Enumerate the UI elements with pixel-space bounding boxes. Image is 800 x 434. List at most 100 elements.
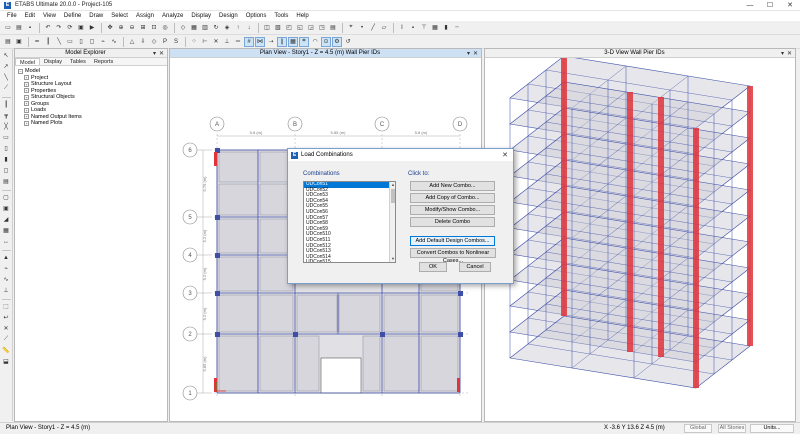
snap-arc-icon[interactable]: ◠ [310, 37, 320, 47]
convert-combos-nonlinear-button[interactable]: Convert Combos to Nonlinear Cases... [410, 248, 496, 264]
draw-dimension-icon[interactable]: ↔ [1, 237, 11, 246]
menu-define[interactable]: Define [60, 11, 85, 21]
move-up-icon[interactable]: ↑ [233, 23, 243, 33]
display-icon[interactable]: ▣ [14, 37, 24, 47]
expand-icon[interactable]: + [24, 101, 29, 107]
collapse-icon[interactable]: − [18, 68, 23, 74]
set-display-options-icon[interactable]: ▧ [273, 23, 283, 33]
lock-icon[interactable]: ▣ [76, 23, 86, 33]
view-3d-icon[interactable]: ◇ [178, 23, 188, 33]
tree-node-named-plots[interactable]: + Named Plots [18, 120, 164, 127]
draw-null-icon[interactable]: ▣ [1, 204, 11, 213]
wall-icon[interactable]: ▮ [441, 23, 451, 33]
menu-file[interactable]: File [3, 11, 21, 21]
line-style-icon[interactable]: ╌ [452, 23, 462, 33]
move-down-icon[interactable]: ↓ [244, 23, 254, 33]
expand-icon[interactable]: + [24, 120, 29, 126]
draw-ramp-icon[interactable]: ◢ [1, 215, 11, 224]
add-default-design-combos-button[interactable]: Add Default Design Combos... [410, 236, 495, 246]
add-copy-combo-button[interactable]: Add Copy of Combo... [410, 193, 495, 203]
draw-opening-icon[interactable]: ◻ [87, 37, 97, 47]
menu-help[interactable]: Help [292, 11, 312, 21]
coordinate-system-select[interactable]: Global [684, 424, 712, 433]
snap-perpendicular-icon[interactable]: ⊥ [222, 37, 232, 47]
units-button[interactable]: Units... [750, 424, 794, 433]
modify-show-combo-button[interactable]: Modify/Show Combo... [410, 205, 495, 215]
select-all-icon[interactable]: ⬚ [1, 302, 11, 311]
clear-selection-icon[interactable]: ✕ [1, 324, 11, 333]
snap-points-icon[interactable]: ⁘ [189, 37, 199, 47]
perspective-icon[interactable]: ◈ [222, 23, 232, 33]
tab-tables[interactable]: Tables [66, 58, 90, 65]
draw-link-v-icon[interactable]: ⌁ [1, 264, 11, 273]
elevation-view-icon[interactable]: ▥ [200, 23, 210, 33]
expand-icon[interactable]: + [24, 114, 29, 120]
draw-tendon-v-icon[interactable]: ∿ [1, 275, 11, 284]
menu-analyze[interactable]: Analyze [158, 11, 187, 21]
assign-restraint-icon[interactable]: △ [127, 37, 137, 47]
snap-lines-icon[interactable]: ═ [233, 37, 243, 47]
text-icon[interactable]: I [397, 23, 407, 33]
menu-options[interactable]: Options [242, 11, 271, 21]
tab-reports[interactable]: Reports [90, 58, 117, 65]
cancel-button[interactable]: Cancel [459, 262, 491, 272]
redo-icon[interactable]: ↷ [54, 23, 64, 33]
reshape-icon[interactable]: ↗ [1, 62, 11, 71]
draw-line-icon[interactable]: ╲ [1, 73, 11, 82]
rotate-view-icon[interactable]: ↻ [211, 23, 221, 33]
snap-grid-icon[interactable]: # [244, 36, 254, 47]
assign-diaphragm-icon[interactable]: ◇ [149, 37, 159, 47]
zoom-fit-icon[interactable]: ⊡ [149, 23, 159, 33]
draw-joint-icon[interactable]: • [357, 23, 367, 33]
show-deformed-icon[interactable]: ◲ [306, 23, 316, 33]
minimize-button[interactable]: — [740, 0, 760, 11]
assign-load-icon[interactable]: ⇩ [138, 37, 148, 47]
close-icon[interactable]: ✕ [787, 50, 792, 57]
draw-stairs-icon[interactable]: ▤ [1, 177, 11, 186]
snap-parallel-icon[interactable]: ∥ [277, 36, 287, 47]
snap-options-icon[interactable]: ⚙ [332, 36, 342, 47]
snap-center-icon[interactable]: ⊙ [321, 36, 331, 47]
refresh-icon[interactable]: ⟳ [65, 23, 75, 33]
draw-wall-icon[interactable]: ▯ [76, 37, 86, 47]
rubber-band-icon[interactable]: ⬓ [1, 357, 11, 366]
draw-rect-icon[interactable]: ▯ [1, 144, 11, 153]
draw-slab-icon[interactable]: ▭ [1, 133, 11, 142]
snap-reset-icon[interactable]: ↺ [343, 37, 353, 47]
building-3d-model[interactable] [485, 58, 795, 421]
draw-support-icon[interactable]: ▲ [1, 253, 11, 262]
maximize-button[interactable]: ☐ [760, 0, 780, 11]
select-intersect-icon[interactable]: ⟋ [1, 335, 11, 344]
new-model-icon[interactable]: ▭ [3, 23, 13, 33]
pin-icon[interactable]: ▾ [781, 50, 784, 57]
scroll-up-icon[interactable]: ▲ [390, 182, 395, 188]
menu-view[interactable]: View [39, 11, 60, 21]
zoom-out-icon[interactable]: ⊖ [127, 23, 137, 33]
show-forces-icon[interactable]: ◳ [317, 23, 327, 33]
snap-intersection-icon[interactable]: ⌗ [299, 36, 309, 47]
menu-edit[interactable]: Edit [21, 11, 39, 21]
draw-area-v-icon[interactable]: ▢ [1, 193, 11, 202]
select-previous-icon[interactable]: ↩ [1, 313, 11, 322]
plan-view-icon[interactable]: ▦ [189, 23, 199, 33]
snap-intersections-icon[interactable]: ✕ [211, 37, 221, 47]
menu-design[interactable]: Design [215, 11, 242, 21]
undo-icon[interactable]: ↶ [43, 23, 53, 33]
combination-item[interactable]: UDCon515 [304, 260, 389, 262]
pin-icon[interactable]: ▾ [467, 50, 470, 57]
ok-button[interactable]: OK [419, 262, 447, 272]
run-analysis-icon[interactable]: ▶ [87, 23, 97, 33]
listbox-scrollbar[interactable]: ▲ ▼ [389, 182, 395, 262]
scroll-down-icon[interactable]: ▼ [390, 256, 395, 262]
draw-floor-icon[interactable]: ▭ [65, 37, 75, 47]
story-mode-select[interactable]: All Stories [718, 424, 746, 433]
draw-beam-icon[interactable]: ━ [32, 37, 42, 47]
draw-wall-v-icon[interactable]: ▮ [1, 155, 11, 164]
scroll-thumb[interactable] [391, 189, 395, 203]
save-icon[interactable]: ▪ [25, 23, 35, 33]
menu-display[interactable]: Display [187, 11, 215, 21]
draw-link-icon[interactable]: ⌁ [98, 37, 108, 47]
close-window-button[interactable]: ✕ [780, 0, 800, 11]
snap-fine-grid-icon[interactable]: ▦ [288, 36, 298, 47]
expand-icon[interactable]: + [24, 75, 29, 81]
